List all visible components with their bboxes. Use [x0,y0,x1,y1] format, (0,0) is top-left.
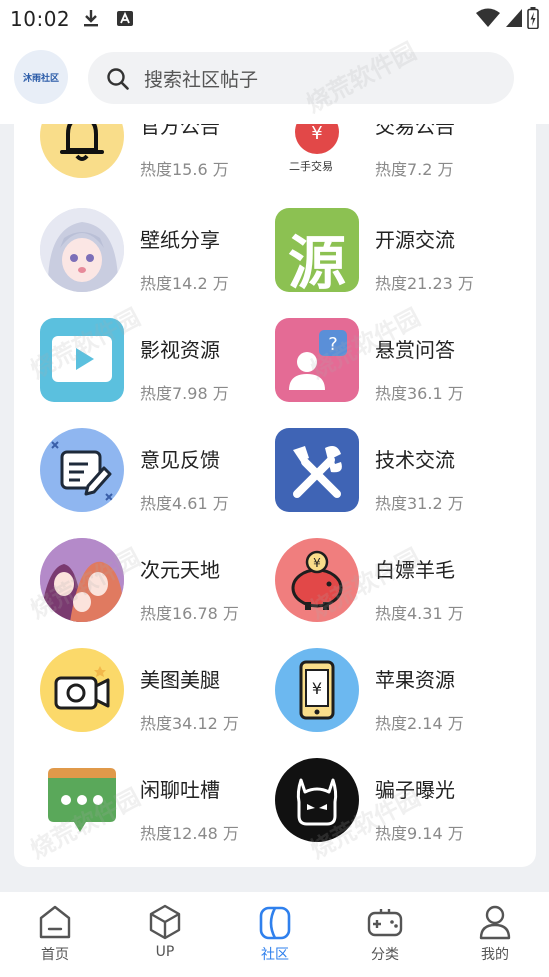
forum-title: 开源交流 [375,228,455,252]
forum-title: 闲聊吐槽 [140,778,220,802]
home-icon [39,905,71,939]
forum-heat: 热度4.31 万 [375,604,464,623]
nav-home[interactable]: 首页 [0,892,110,977]
download-icon [84,10,98,27]
yuan-character-icon: 源 [275,208,359,292]
yuan-icon-text: 源 [287,229,346,292]
forum-heat: 热度2.14 万 [375,714,464,733]
forum-heat: 热度36.1 万 [375,384,464,403]
gamepad-icon [367,909,403,937]
forum-title: 苹果资源 [375,668,455,692]
nav-category[interactable]: 分类 [330,892,440,977]
status-time: 10:02 [10,7,71,31]
nav-profile-label: 我的 [481,947,509,963]
search-placeholder: 搜索社区帖子 [144,69,259,91]
battery-icon [527,7,539,29]
forum-heat: 热度7.98 万 [140,384,229,403]
forum-list: 官方公告 热度15.6 万 ¥ 二手交易 交易公告 热度7.2 万 壁纸分享 热… [14,124,536,867]
profile-icon [479,905,511,940]
forum-item-open-source[interactable]: 源 开源交流 热度21.23 万 [249,204,489,314]
forum-title: 技术交流 [375,448,455,472]
camera-icon [40,648,124,732]
forum-heat: 热度34.12 万 [140,714,239,733]
anime-girl-avatar-icon [40,208,124,292]
forum-heat: 热度14.2 万 [140,274,229,293]
header: 沐雨社区 搜索社区帖子 烧荒软件园 [0,37,549,124]
forum-title: 交易公告 [375,124,455,138]
forum-item-apple[interactable]: ¥ 苹果资源 热度2.14 万 [249,644,489,754]
nav-community[interactable]: 社区 [220,892,330,977]
svg-text:¥: ¥ [313,556,321,570]
nav-home-label: 首页 [41,947,69,963]
signal-icon [506,9,522,27]
nav-up-label: UP [155,944,175,960]
forum-title: 意见反馈 [140,448,220,472]
a-icon [117,11,133,26]
forum-item-trade-notice[interactable]: ¥ 二手交易 交易公告 热度7.2 万 [249,124,489,200]
forum-title: 美图美腿 [140,668,220,692]
trade-icon-text: 二手交易 [289,160,333,173]
cube-icon [149,904,181,940]
tools-icon [275,428,359,512]
forum-item-official-notice[interactable]: 官方公告 热度15.6 万 [14,124,254,200]
forum-title: 官方公告 [140,124,220,138]
phone-yen-icon: ¥ [275,648,359,732]
bottom-nav: 首页 UP 社区 分类 我的 [0,892,549,977]
feedback-edit-icon [40,428,124,512]
forum-heat: 热度31.2 万 [375,494,464,513]
nav-profile[interactable]: 我的 [440,892,549,977]
forum-heat: 热度4.61 万 [140,494,229,513]
forum-title: 次元天地 [140,558,220,582]
forum-title: 影视资源 [140,338,220,362]
svg-text:¥: ¥ [311,124,322,144]
forum-heat: 热度21.23 万 [375,274,474,293]
second-hand-trade-icon: ¥ 二手交易 [275,124,359,178]
wifi-icon [476,8,500,27]
search-bar[interactable]: 搜索社区帖子 [88,52,514,104]
bell-icon [40,124,124,178]
app-logo[interactable]: 沐雨社区 [14,50,68,104]
forum-heat: 热度12.48 万 [140,824,239,843]
nav-category-label: 分类 [371,947,399,963]
svg-text:¥: ¥ [312,679,322,698]
forum-title: 壁纸分享 [140,228,220,252]
nav-up[interactable]: UP [110,892,220,977]
forum-item-feedback[interactable]: 意见反馈 热度4.61 万 [14,424,254,534]
forum-item-photos[interactable]: 美图美腿 热度34.12 万 [14,644,254,754]
forum-heat: 热度16.78 万 [140,604,239,623]
community-icon [259,906,291,940]
status-bar: 10:02 [0,0,549,38]
forum-heat: 热度7.2 万 [375,160,454,179]
forum-heat: 热度15.6 万 [140,160,229,179]
forum-item-wallpaper[interactable]: 壁纸分享 热度14.2 万 [14,204,254,314]
nav-community-label: 社区 [261,947,289,963]
search-icon [107,68,129,90]
logo-text: 沐雨社区 [22,73,59,84]
forum-item-tech[interactable]: 技术交流 热度31.2 万 [249,424,489,534]
